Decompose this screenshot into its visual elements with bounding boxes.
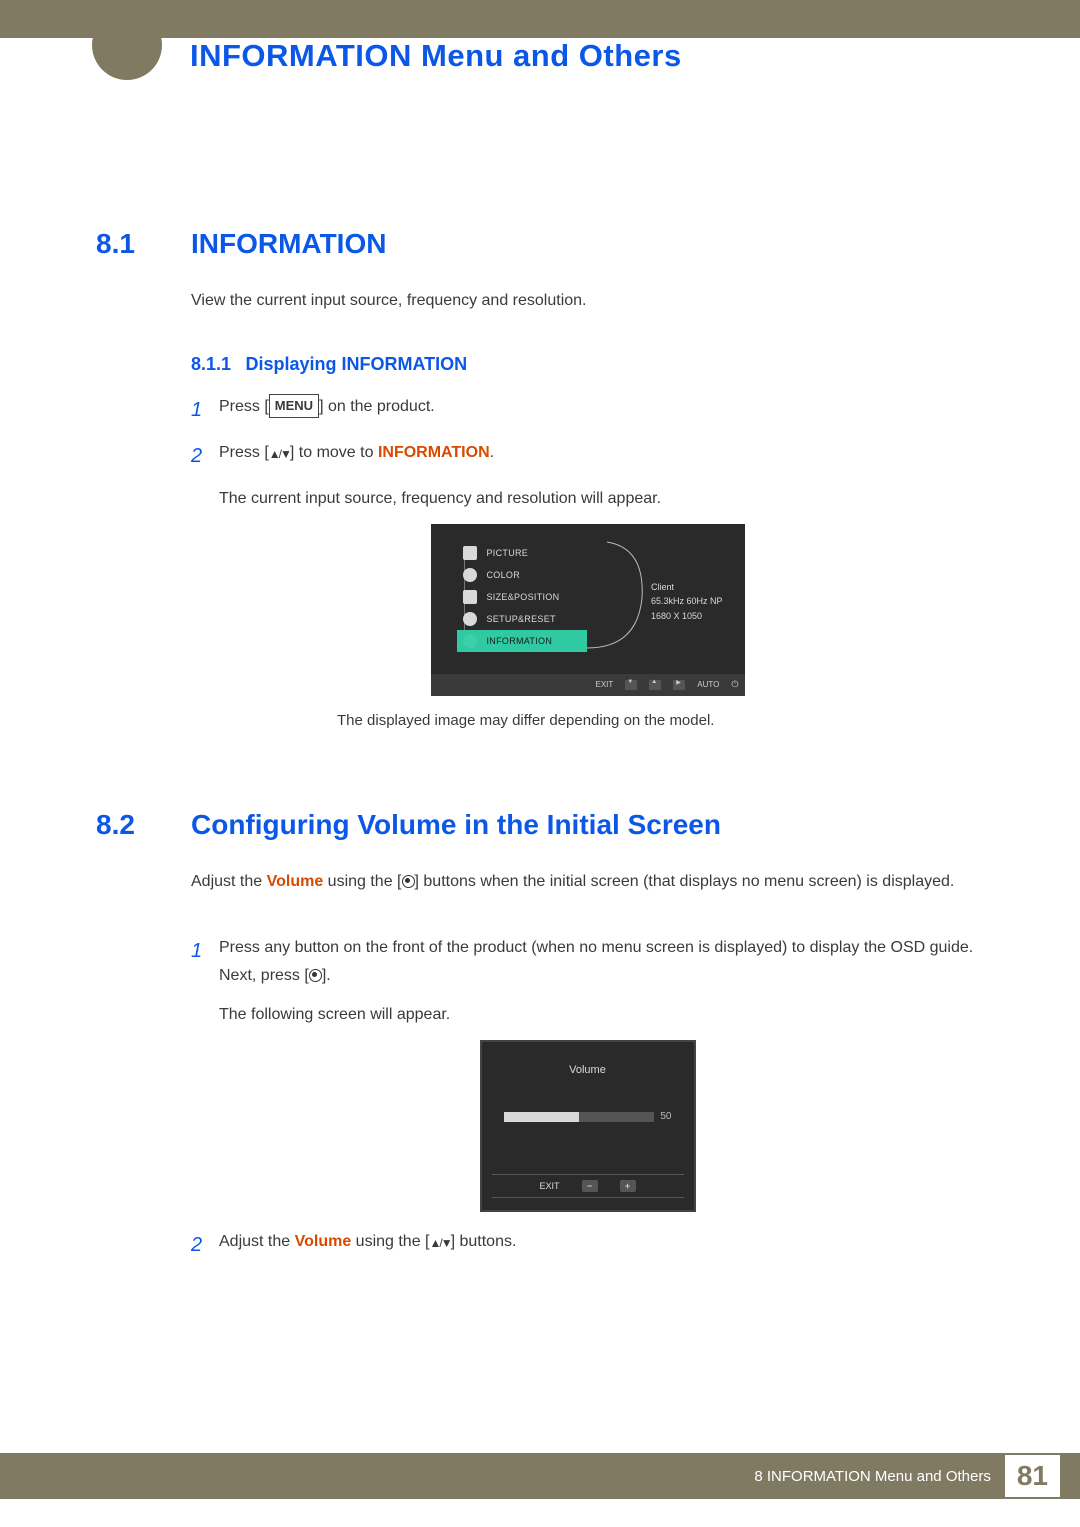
steps-list-2: 1 Press any button on the front of the p… <box>191 934 984 1262</box>
page-content: 8.1 INFORMATION View the current input s… <box>0 38 1080 1262</box>
subsection-number: 8.1.1 <box>191 354 231 374</box>
osd-menu-item-size: SIZE&POSITION <box>457 586 587 608</box>
step-text: Adjust the Volume using the [▲/▼] button… <box>219 1228 984 1262</box>
exit-label: EXIT <box>596 680 614 689</box>
volume-value: 50 <box>660 1111 671 1122</box>
target-icon <box>309 969 322 982</box>
menu-button-label: MENU <box>269 394 319 418</box>
osd-menu-item-picture: PICTURE <box>457 542 587 564</box>
step-1: 1 Press any button on the front of the p… <box>191 934 984 988</box>
info-client: Client <box>651 580 723 594</box>
section-intro: View the current input source, frequency… <box>191 288 984 314</box>
step-number: 2 <box>191 1228 219 1262</box>
step-text: Press [▲/▼] to move to INFORMATION. <box>219 439 984 473</box>
screenshot-caption: The displayed image may differ depending… <box>337 712 984 729</box>
plus-icon: + <box>620 1180 636 1192</box>
step-2: 2 Press [▲/▼] to move to INFORMATION. <box>191 439 984 473</box>
keyword-volume: Volume <box>295 1233 352 1250</box>
up-down-icon: ▲/▼ <box>430 1233 451 1253</box>
down-icon <box>625 680 637 690</box>
keyword-information: INFORMATION <box>378 444 490 461</box>
info-resolution: 1680 X 1050 <box>651 609 723 623</box>
step-1: 1 Press [MENU] on the product. <box>191 393 984 427</box>
osd-menu-item-color: COLOR <box>457 564 587 586</box>
step-text: Press any button on the front of the pro… <box>219 934 984 988</box>
osd-menu-item-information-selected: INFORMATION <box>457 630 587 652</box>
connector-curve <box>587 538 657 658</box>
power-icon: ⏻ <box>731 679 738 690</box>
section-number: 8.2 <box>96 809 191 841</box>
volume-bar <box>504 1112 654 1122</box>
osd-info-panel: Client 65.3kHz 60Hz NP 1680 X 1050 <box>651 580 723 623</box>
osd-bottom-bar: EXIT − + <box>492 1174 684 1198</box>
steps-list: 1 Press [MENU] on the product. 2 Press [… <box>191 393 984 729</box>
size-icon <box>463 590 477 604</box>
subsection-title: Displaying INFORMATION <box>246 354 468 374</box>
osd-menu-item-setup: SETUP&RESET <box>457 608 587 630</box>
up-down-icon: ▲/▼ <box>269 444 290 464</box>
section-number: 8.1 <box>96 228 191 260</box>
setup-icon <box>463 612 477 626</box>
minus-icon: − <box>582 1180 598 1192</box>
page-footer: 8 INFORMATION Menu and Others 81 <box>0 1453 1080 1499</box>
section-title: INFORMATION <box>191 228 386 260</box>
auto-label: AUTO <box>697 680 719 689</box>
step-2: 2 Adjust the Volume using the [▲/▼] butt… <box>191 1228 984 1262</box>
step-continuation: The current input source, frequency and … <box>219 485 984 512</box>
osd-screenshot-volume: Volume 50 EXIT − + <box>480 1040 696 1212</box>
volume-title: Volume <box>482 1042 694 1076</box>
exit-label: EXIT <box>539 1181 559 1191</box>
osd-screenshot-information: PICTURE COLOR SIZE&POSITION SETUP&RESET … <box>431 524 745 696</box>
up-icon <box>649 680 661 690</box>
info-frequency: 65.3kHz 60Hz NP <box>651 594 723 608</box>
header-bar <box>0 0 1080 38</box>
osd-bottom-bar: EXIT AUTO ⏻ <box>431 674 745 696</box>
keyword-volume: Volume <box>267 873 324 890</box>
info-icon <box>463 634 477 648</box>
step-number: 2 <box>191 439 219 473</box>
target-icon <box>402 875 415 888</box>
step-number: 1 <box>191 393 219 427</box>
chapter-title: INFORMATION Menu and Others <box>190 38 682 74</box>
footer-chapter-label: 8 INFORMATION Menu and Others <box>754 1468 990 1485</box>
right-icon <box>673 680 685 690</box>
step-number: 1 <box>191 934 219 988</box>
osd-menu-list: PICTURE COLOR SIZE&POSITION SETUP&RESET … <box>457 542 587 652</box>
subsection-8-1-1: 8.1.1 Displaying INFORMATION <box>191 354 984 375</box>
color-icon <box>463 568 477 582</box>
chapter-badge <box>92 10 162 80</box>
volume-bar-fill <box>504 1112 579 1122</box>
section-8-1: 8.1 INFORMATION <box>96 228 984 260</box>
section-8-2: 8.2 Configuring Volume in the Initial Sc… <box>96 809 984 841</box>
page-number: 81 <box>1005 1455 1060 1497</box>
step-text: Press [MENU] on the product. <box>219 393 984 427</box>
picture-icon <box>463 546 477 560</box>
section-intro-2: Adjust the Volume using the [] buttons w… <box>191 869 984 895</box>
section-title: Configuring Volume in the Initial Screen <box>191 809 721 841</box>
step-continuation: The following screen will appear. <box>219 1001 984 1028</box>
